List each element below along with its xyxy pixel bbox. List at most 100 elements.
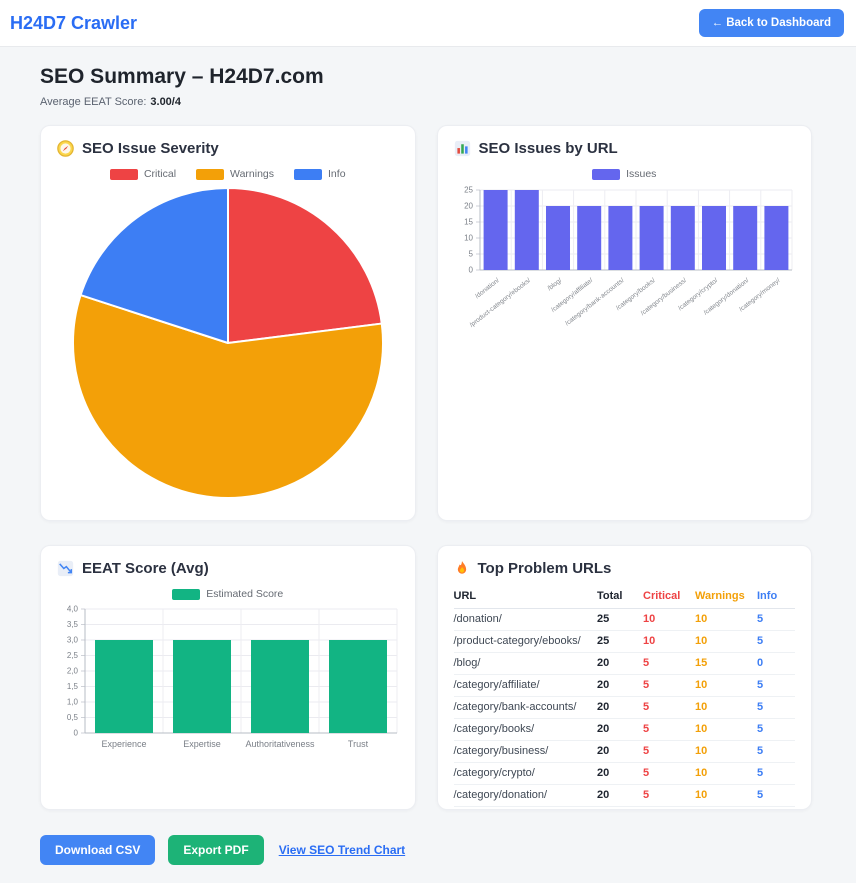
y-tick-label: 0,5 xyxy=(67,713,79,722)
avg-eeat-score-label: Average EEAT Score: xyxy=(40,96,146,108)
table-header-row: URL Total Critical Warnings Info xyxy=(454,587,796,609)
legend-label-warnings: Warnings xyxy=(230,168,274,180)
col-header-url: URL xyxy=(454,587,598,609)
avg-eeat-score-value: 3.00/4 xyxy=(150,96,181,108)
seo-trend-chart-link[interactable]: View SEO Trend Chart xyxy=(279,843,405,857)
app-title: H24D7 Crawler xyxy=(10,13,137,34)
value-cell: 10 xyxy=(643,609,695,631)
value-cell: 10 xyxy=(695,609,757,631)
value-cell: 10 xyxy=(695,763,757,785)
table-row: /category/affiliate/205105 xyxy=(454,675,796,697)
value-cell: 10 xyxy=(695,785,757,807)
value-cell: 5 xyxy=(757,697,795,719)
value-cell: 20 xyxy=(597,763,643,785)
col-header-total: Total xyxy=(597,587,643,609)
value-cell: 20 xyxy=(597,697,643,719)
url-cell: /category/affiliate/ xyxy=(454,675,598,697)
footer-actions: Download CSV Export PDF View SEO Trend C… xyxy=(40,835,812,865)
bar xyxy=(483,190,507,270)
y-tick-label: 10 xyxy=(464,234,473,243)
bar xyxy=(608,206,632,270)
y-tick-label: 15 xyxy=(464,218,473,227)
value-cell: 5 xyxy=(643,763,695,785)
bar xyxy=(95,640,153,733)
export-pdf-button[interactable]: Export PDF xyxy=(168,835,263,865)
table-row: /category/money/205105 xyxy=(454,807,796,811)
x-tick-label: Experience xyxy=(101,739,146,749)
table-row: /blog/205150 xyxy=(454,653,796,675)
compass-icon xyxy=(57,140,74,157)
y-tick-label: 2,5 xyxy=(67,651,79,660)
value-cell: 5 xyxy=(643,697,695,719)
value-cell: 5 xyxy=(643,675,695,697)
value-cell: 25 xyxy=(597,631,643,653)
y-tick-label: 1,5 xyxy=(67,682,79,691)
legend-item-issues: Issues xyxy=(592,168,656,180)
table-row: /category/books/205105 xyxy=(454,719,796,741)
bar xyxy=(173,640,231,733)
bar xyxy=(329,640,387,733)
back-to-dashboard-button[interactable]: ← Back to Dashboard xyxy=(699,9,845,37)
legend-item-estimated-score: Estimated Score xyxy=(172,588,283,600)
legend-item-info: Info xyxy=(294,168,346,180)
x-tick-label: Expertise xyxy=(183,739,221,749)
issues-card-title-text: SEO Issues by URL xyxy=(479,140,618,157)
value-cell: 5 xyxy=(757,675,795,697)
y-tick-label: 3,5 xyxy=(67,620,79,629)
value-cell: 5 xyxy=(643,719,695,741)
value-cell: 15 xyxy=(695,653,757,675)
top-bar: H24D7 Crawler ← Back to Dashboard xyxy=(0,0,856,47)
value-cell: 10 xyxy=(695,719,757,741)
url-cell: /category/business/ xyxy=(454,741,598,763)
legend-swatch-info xyxy=(294,169,322,180)
y-tick-label: 2,0 xyxy=(67,667,79,676)
url-cell: /donation/ xyxy=(454,609,598,631)
x-tick-label: /blog/ xyxy=(546,277,563,292)
value-cell: 5 xyxy=(643,653,695,675)
value-cell: 10 xyxy=(695,741,757,763)
value-cell: 10 xyxy=(695,631,757,653)
cards-grid: SEO Issue Severity Critical Warnings Inf… xyxy=(40,125,812,810)
value-cell: 5 xyxy=(643,785,695,807)
value-cell: 10 xyxy=(695,675,757,697)
x-tick-label: /product-category/ebooks/ xyxy=(468,277,532,329)
y-tick-label: 1,0 xyxy=(67,698,79,707)
x-tick-label: Trust xyxy=(348,739,369,749)
eeat-bar-chart: 4,03,53,02,52,01,51,00,50ExperienceExper… xyxy=(57,604,401,754)
bar xyxy=(514,190,538,270)
value-cell: 5 xyxy=(643,741,695,763)
value-cell: 20 xyxy=(597,719,643,741)
value-cell: 5 xyxy=(757,741,795,763)
bar xyxy=(702,206,726,270)
page-title: SEO Summary – H24D7.com xyxy=(40,65,812,89)
issues-card-title: SEO Issues by URL xyxy=(454,140,796,157)
url-cell: /category/donation/ xyxy=(454,785,598,807)
bar xyxy=(577,206,601,270)
value-cell: 20 xyxy=(597,741,643,763)
eeat-card: EEAT Score (Avg) Estimated Score 4,03,53… xyxy=(40,545,416,810)
value-cell: 20 xyxy=(597,807,643,811)
download-csv-button[interactable]: Download CSV xyxy=(40,835,155,865)
legend-label-estimated-score: Estimated Score xyxy=(206,588,283,600)
fire-icon xyxy=(454,560,470,577)
y-tick-label: 0 xyxy=(74,729,79,738)
eeat-card-title-text: EEAT Score (Avg) xyxy=(82,560,209,577)
table-row: /category/bank-accounts/205105 xyxy=(454,697,796,719)
severity-pie-chart xyxy=(71,186,385,500)
bar xyxy=(733,206,757,270)
top-problem-urls-table: URL Total Critical Warnings Info /donati… xyxy=(454,587,796,810)
url-cell: /blog/ xyxy=(454,653,598,675)
y-tick-label: 0 xyxy=(468,266,473,275)
bar xyxy=(670,206,694,270)
x-tick-label: /category/bank-accounts/ xyxy=(564,277,626,327)
legend-swatch-issues xyxy=(592,169,620,180)
value-cell: 25 xyxy=(597,609,643,631)
x-tick-label: Authoritativeness xyxy=(245,739,315,749)
issues-legend: Issues xyxy=(454,168,796,180)
eeat-legend: Estimated Score xyxy=(57,588,399,600)
y-tick-label: 4,0 xyxy=(67,605,79,614)
legend-swatch-warnings xyxy=(196,169,224,180)
value-cell: 20 xyxy=(597,785,643,807)
legend-label-critical: Critical xyxy=(144,168,176,180)
col-header-critical: Critical xyxy=(643,587,695,609)
